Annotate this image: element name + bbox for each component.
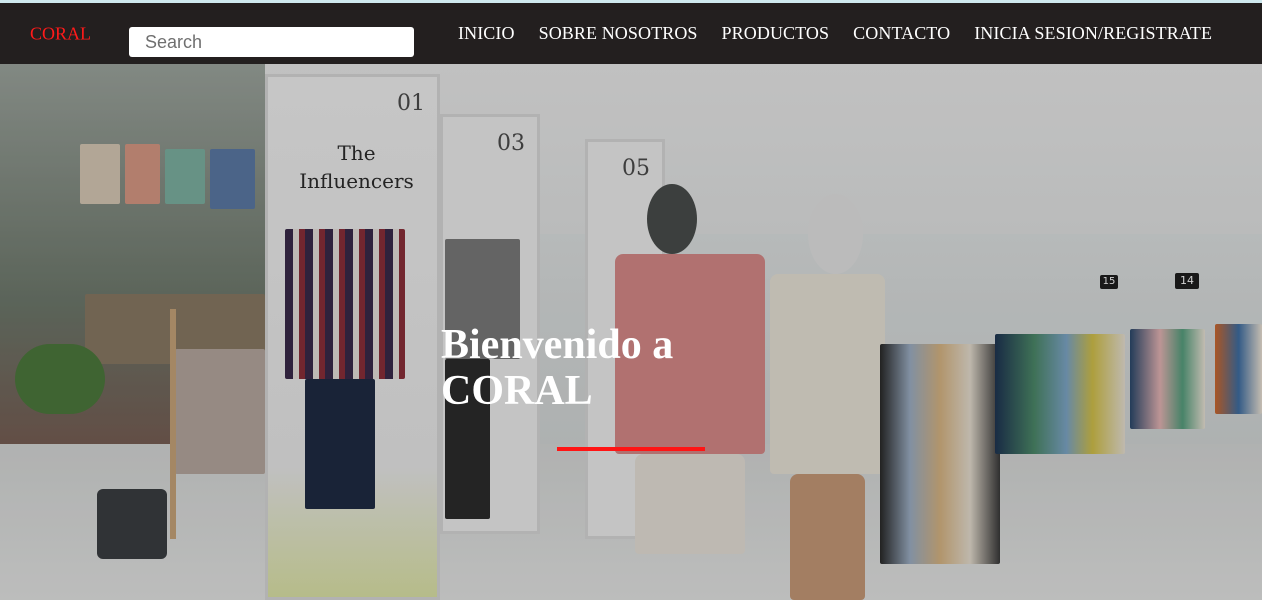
search-input[interactable]	[129, 27, 414, 57]
nav-item-contacto[interactable]: CONTACTO	[853, 23, 950, 44]
nav-item-sobre-nosotros[interactable]: SOBRE NOSOTROS	[539, 23, 698, 44]
hero-heading: Bienvenido a CORAL	[441, 322, 801, 414]
hero-heading-line2: CORAL	[441, 368, 593, 414]
hero-banner: 01 The Influencers 03 05 15 14 Bienvenid…	[0, 64, 1262, 600]
hero-underline	[557, 447, 705, 451]
hero-heading-line1: Bienvenido a	[441, 322, 674, 368]
navbar: CORAL INICIO SOBRE NOSOTROS PRODUCTOS CO…	[0, 3, 1262, 64]
main-nav: INICIO SOBRE NOSOTROS PRODUCTOS CONTACTO…	[458, 3, 1212, 64]
brand-logo[interactable]: CORAL	[30, 23, 91, 44]
nav-item-inicio[interactable]: INICIO	[458, 23, 515, 44]
nav-item-login-register[interactable]: INICIA SESION/REGISTRATE	[974, 23, 1212, 44]
nav-item-productos[interactable]: PRODUCTOS	[722, 23, 830, 44]
